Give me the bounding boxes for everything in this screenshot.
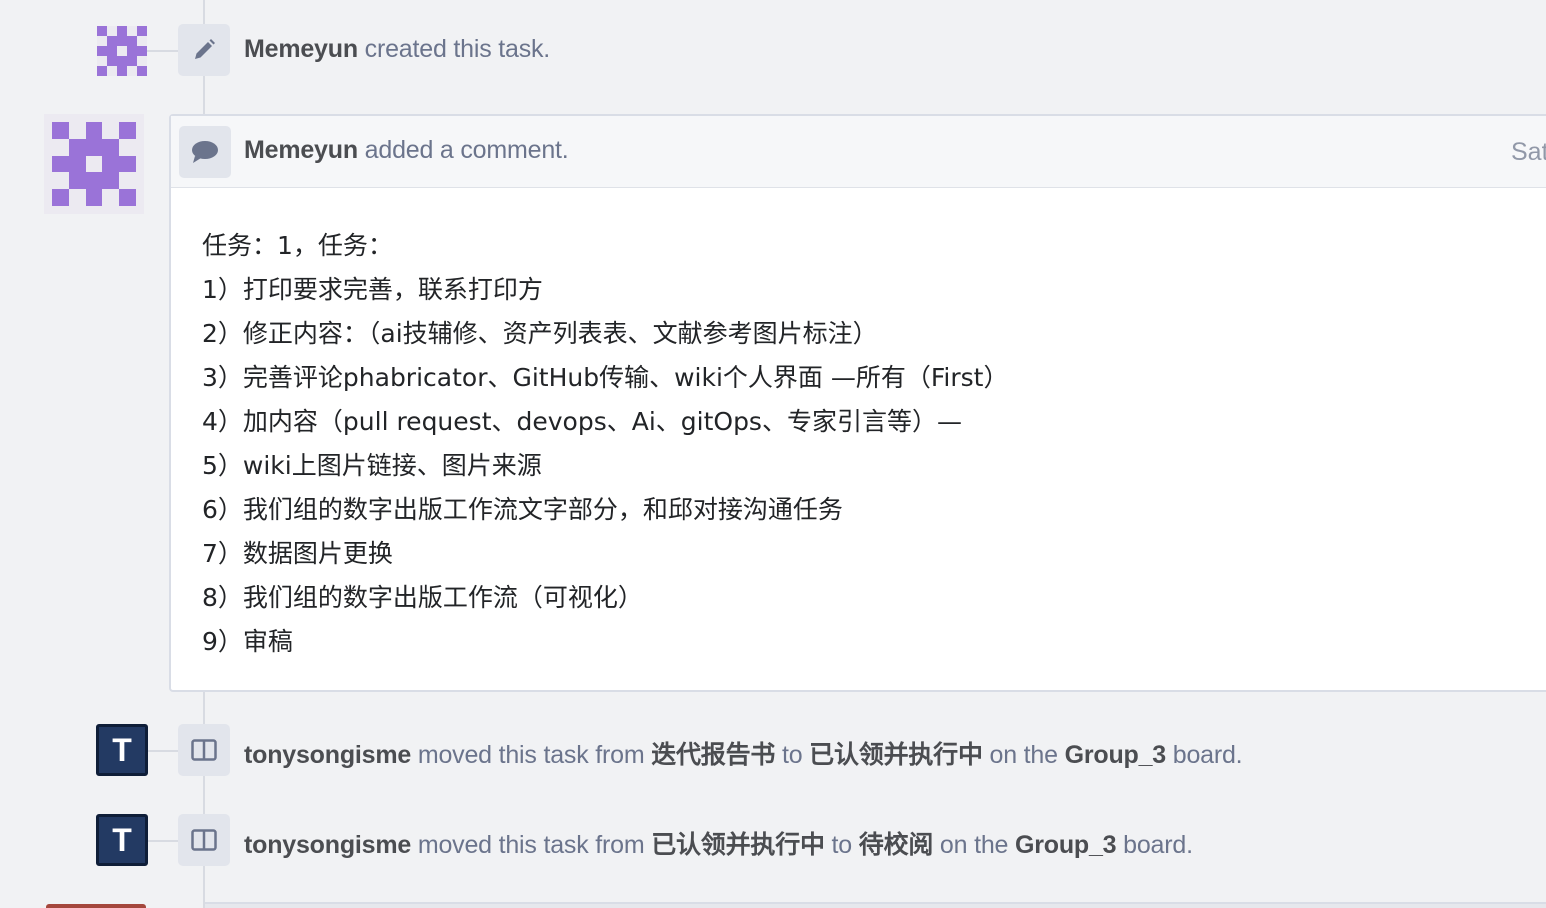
- avatar-connector: [147, 50, 179, 52]
- from-column: 已认领并执行中: [651, 831, 825, 859]
- comment-line: 7）数据图片更换: [202, 539, 393, 568]
- author-link[interactable]: Memeyun: [244, 35, 358, 63]
- author-link[interactable]: tonysongisme: [244, 741, 411, 769]
- next-comment-partial: [205, 902, 1546, 908]
- comment-line: 4）加内容（pull request、devops、Ai、gitOps、专家引言…: [202, 407, 962, 436]
- board-columns-icon: [178, 814, 230, 866]
- to-column: 已认领并执行中: [809, 741, 983, 769]
- comment-line: 9）审稿: [202, 627, 293, 656]
- comment-icon: [179, 126, 231, 178]
- from-column: 迭代报告书: [651, 741, 776, 769]
- story-created: Memeyun created this task.: [244, 35, 551, 63]
- author-link[interactable]: Memeyun: [244, 136, 358, 164]
- story-move-2: tonysongisme moved this task from 已认领并执行…: [244, 831, 1193, 859]
- comment-line: 2）修正内容：（ai技辅修、资产列表表、文献参考图片标注）: [202, 319, 878, 348]
- author-avatar-memeyun[interactable]: [97, 26, 147, 76]
- comment-line: 3）完善评论phabricator、GitHub传输、wiki个人界面 —所有（…: [202, 363, 1009, 392]
- comment-line: 任务：1，任务：: [202, 231, 393, 260]
- pencil-icon: [178, 24, 230, 76]
- to-column: 待校阅: [858, 831, 934, 859]
- comment-line: 8）我们组的数字出版工作流（可视化）: [202, 583, 643, 612]
- avatar-connector: [148, 840, 179, 842]
- comment-title: Memeyun added a comment.: [244, 136, 569, 164]
- comment-box: Memeyun added a comment. Sat, 任务：1，任务： 1…: [169, 114, 1546, 692]
- comment-line: 5）wiki上图片链接、图片来源: [202, 451, 542, 480]
- board-link[interactable]: Group_3: [1065, 741, 1167, 769]
- comment-header: Memeyun added a comment. Sat,: [171, 116, 1546, 188]
- author-avatar-tonysongisme[interactable]: T: [96, 724, 148, 776]
- avatar-connector: [148, 750, 179, 752]
- author-avatar-memeyun-large[interactable]: [44, 114, 144, 214]
- next-avatar-partial: [46, 904, 146, 908]
- story-move-1: tonysongisme moved this task from 迭代报告书 …: [244, 741, 1243, 769]
- comment-body: 任务：1，任务： 1）打印要求完善，联系打印方 2）修正内容：（ai技辅修、资产…: [202, 224, 1008, 664]
- board-columns-icon: [178, 724, 230, 776]
- comment-date[interactable]: Sat,: [1511, 138, 1546, 167]
- author-link[interactable]: tonysongisme: [244, 831, 411, 859]
- comment-line: 1）打印要求完善，联系打印方: [202, 275, 543, 304]
- author-avatar-tonysongisme[interactable]: T: [96, 814, 148, 866]
- comment-line: 6）我们组的数字出版工作流文字部分，和邱对接沟通任务: [202, 495, 843, 524]
- board-link[interactable]: Group_3: [1015, 831, 1117, 859]
